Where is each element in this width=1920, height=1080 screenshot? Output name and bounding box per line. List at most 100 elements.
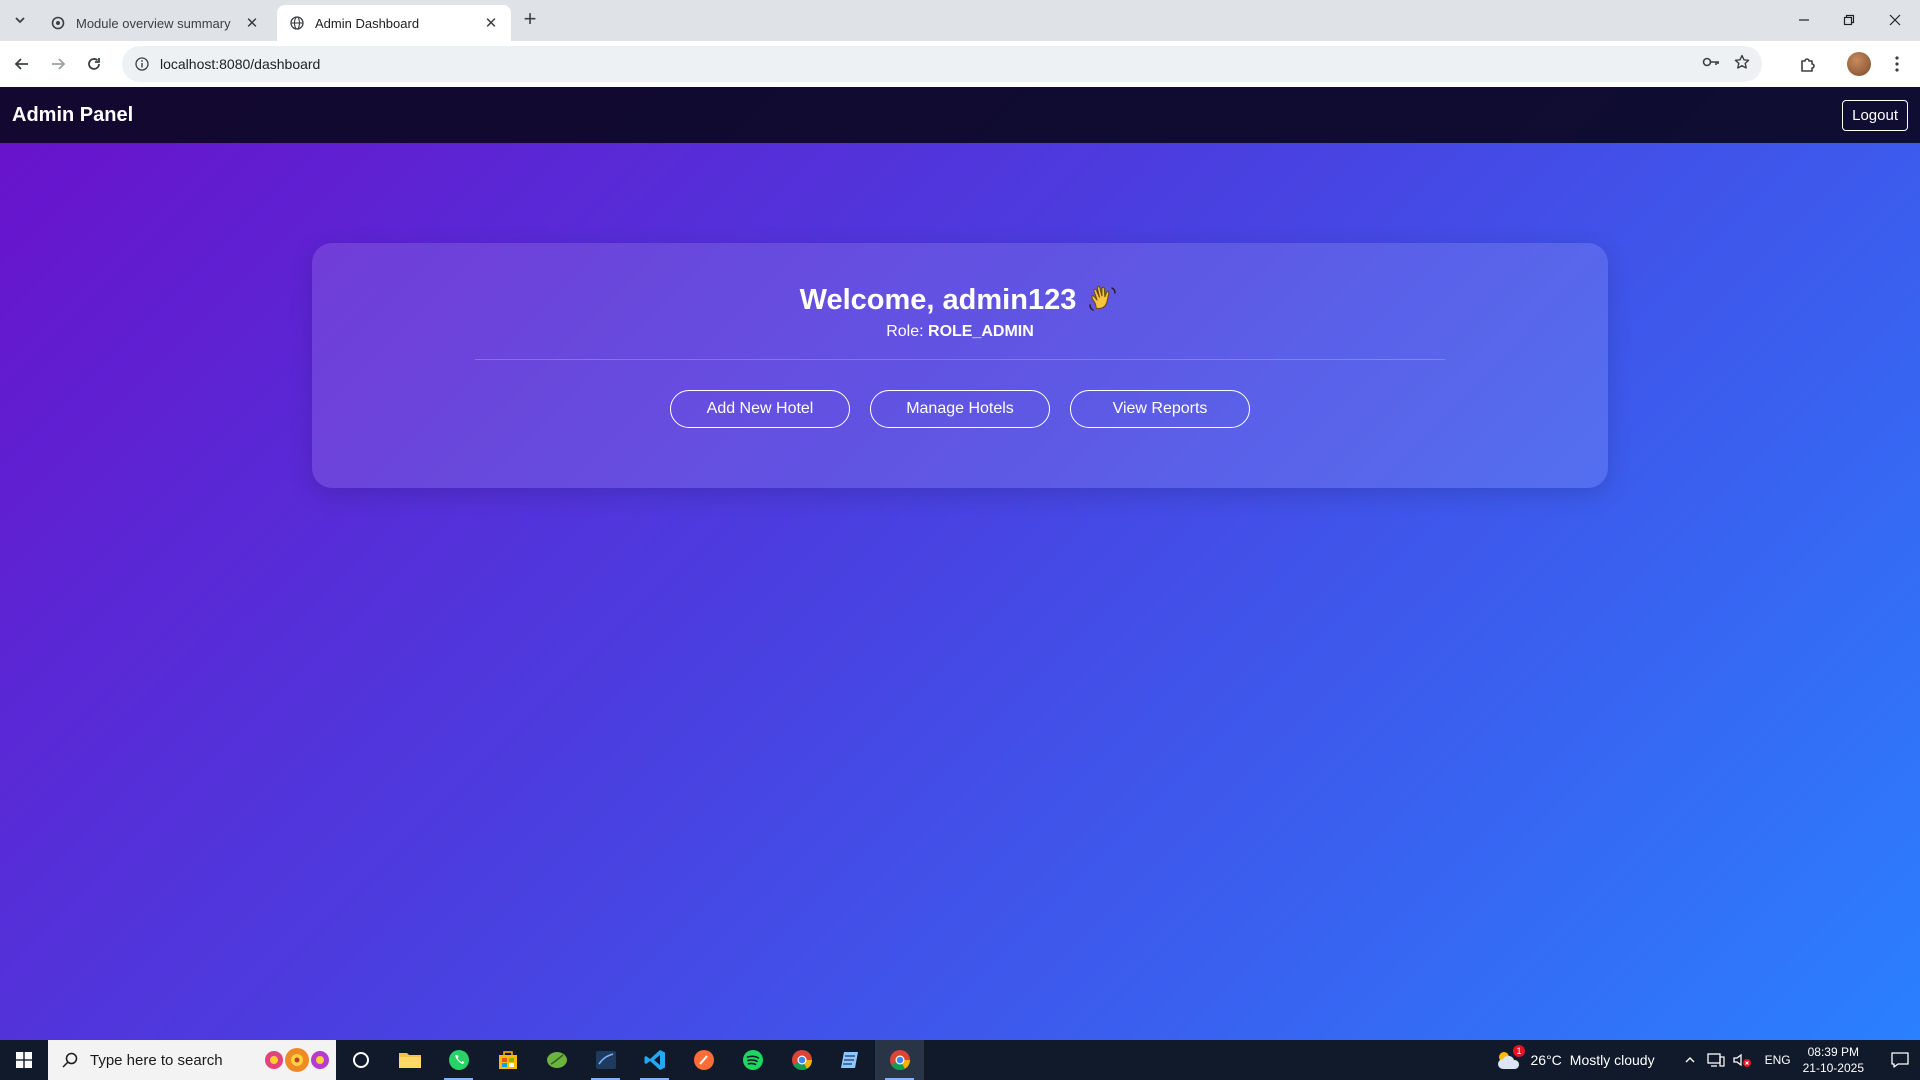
cortana-circle-icon <box>352 1052 369 1068</box>
clock[interactable]: 08:39 PM 21-10-2025 <box>1803 1044 1864 1076</box>
browser-tab-strip: Module overview summary ✕ Admin Dashboar… <box>0 0 1920 41</box>
search-placeholder: Type here to search <box>90 1051 223 1069</box>
cortana-button[interactable] <box>336 1040 385 1080</box>
action-buttons: Add New Hotel Manage Hotels View Reports <box>312 390 1608 428</box>
avatar <box>1847 52 1871 76</box>
tab-title: Admin Dashboard <box>315 15 420 31</box>
reload-button[interactable] <box>80 50 108 78</box>
database-icon <box>595 1051 616 1069</box>
windows-taskbar: Type here to search 1 26°C Mostly cloudy… <box>0 1040 1920 1080</box>
close-icon[interactable]: ✕ <box>483 15 499 32</box>
notifications-button[interactable] <box>1880 1040 1920 1080</box>
bookmark-star-icon[interactable] <box>1734 54 1750 75</box>
tab-admin-dashboard[interactable]: Admin Dashboard ✕ <box>277 5 511 41</box>
volume-button[interactable] <box>1731 1040 1753 1080</box>
puzzle-icon <box>1801 58 1815 72</box>
spotify-icon <box>742 1050 763 1070</box>
close-icon[interactable]: ✕ <box>244 15 260 32</box>
taskbar-search[interactable]: Type here to search <box>48 1040 336 1080</box>
kebab-menu-icon <box>1895 56 1899 72</box>
profile-button[interactable] <box>1845 50 1873 78</box>
dashboard-page: Admin Panel Logout Welcome, admin123 Rol… <box>0 87 1920 1040</box>
file-explorer-app[interactable] <box>385 1040 434 1080</box>
cloudy-weather-icon: 1 <box>1495 1045 1525 1071</box>
vscode-icon <box>644 1050 665 1070</box>
chrome-app[interactable] <box>777 1040 826 1080</box>
chrome-icon <box>791 1050 812 1071</box>
role-value: ROLE_ADMIN <box>928 323 1034 340</box>
globe-icon <box>289 15 305 31</box>
forward-button[interactable] <box>44 50 72 78</box>
notepad-app[interactable] <box>826 1040 875 1080</box>
system-tray: 1 26°C Mostly cloudy ENG 08:39 PM 21-10-… <box>1495 1040 1920 1080</box>
show-hidden-icons-button[interactable] <box>1679 1040 1701 1080</box>
mysql-workbench-app[interactable] <box>581 1040 630 1080</box>
card-divider <box>475 359 1445 360</box>
chrome-active-app[interactable] <box>875 1040 924 1080</box>
postman-app[interactable] <box>679 1040 728 1080</box>
weather-temperature: 26°C <box>1530 1052 1562 1068</box>
tab-search-dropdown[interactable] <box>8 8 32 32</box>
restore-icon <box>1843 14 1855 26</box>
view-reports-button[interactable]: View Reports <box>1070 390 1250 428</box>
whatsapp-app[interactable] <box>434 1040 483 1080</box>
weather-description: Mostly cloudy <box>1569 1052 1655 1068</box>
arrow-left-icon <box>14 58 28 70</box>
manage-hotels-button[interactable]: Manage Hotels <box>870 390 1050 428</box>
vscode-app[interactable] <box>630 1040 679 1080</box>
top-navbar: Admin Panel Logout <box>0 87 1920 143</box>
clock-date: 21-10-2025 <box>1802 1061 1864 1075</box>
tab-module-overview[interactable]: Module overview summary ✕ <box>38 5 272 41</box>
chevron-down-icon <box>15 17 25 24</box>
address-bar[interactable]: localhost:8080/dashboard <box>122 46 1762 82</box>
weather-badge: 1 <box>1513 1045 1525 1057</box>
browser-toolbar: localhost:8080/dashboard <box>0 41 1920 87</box>
close-icon <box>1889 14 1901 26</box>
arrow-right-icon <box>52 58 66 70</box>
folder-icon <box>398 1053 421 1068</box>
url-text: localhost:8080/dashboard <box>160 56 321 72</box>
logout-button[interactable]: Logout <box>1842 99 1908 131</box>
welcome-heading: Welcome, admin123 <box>312 283 1608 317</box>
search-icon <box>60 1050 80 1070</box>
extensions-button[interactable] <box>1794 50 1822 78</box>
chevron-up-icon <box>1685 1057 1695 1063</box>
tab-title: Module overview summary <box>76 15 231 31</box>
role-line: Role: ROLE_ADMIN <box>312 323 1608 341</box>
close-window-button[interactable] <box>1873 4 1917 36</box>
weather-widget[interactable]: 1 26°C Mostly cloudy <box>1495 1045 1655 1071</box>
notification-icon <box>1891 1052 1909 1068</box>
store-bag-icon <box>498 1051 517 1069</box>
back-button[interactable] <box>8 50 36 78</box>
search-highlight-flowers-icon <box>262 1045 332 1075</box>
new-tab-button[interactable]: + <box>518 8 542 32</box>
chatgpt-icon <box>50 15 66 31</box>
chrome-icon <box>889 1050 910 1071</box>
input-language[interactable]: ENG <box>1765 1053 1791 1067</box>
notepad-icon <box>840 1052 858 1068</box>
waving-hand-icon <box>1086 283 1120 317</box>
network-button[interactable] <box>1705 1040 1727 1080</box>
minimize-icon <box>1799 19 1809 21</box>
start-button[interactable] <box>0 1040 48 1080</box>
welcome-card: Welcome, admin123 Role: ROLE_ADMIN Add N… <box>312 243 1608 488</box>
role-label: Role: <box>886 323 924 340</box>
add-new-hotel-button[interactable]: Add New Hotel <box>670 390 850 428</box>
spotify-app[interactable] <box>728 1040 777 1080</box>
browser-menu-button[interactable] <box>1883 50 1911 78</box>
volume-muted-icon <box>1732 1053 1751 1067</box>
site-info-icon[interactable] <box>134 56 150 72</box>
restore-button[interactable] <box>1827 4 1871 36</box>
network-icon <box>1706 1053 1725 1067</box>
reload-icon <box>88 58 100 70</box>
store-app[interactable] <box>483 1040 532 1080</box>
password-key-icon[interactable] <box>1702 55 1720 73</box>
spring-tool-app[interactable] <box>532 1040 581 1080</box>
minimize-button[interactable] <box>1782 4 1826 36</box>
postman-icon <box>693 1050 714 1070</box>
whatsapp-icon <box>448 1050 469 1070</box>
clock-time: 08:39 PM <box>1807 1045 1859 1059</box>
windows-logo-icon <box>16 1052 32 1068</box>
leaf-icon <box>546 1052 567 1068</box>
brand-title: Admin Panel <box>12 103 134 126</box>
